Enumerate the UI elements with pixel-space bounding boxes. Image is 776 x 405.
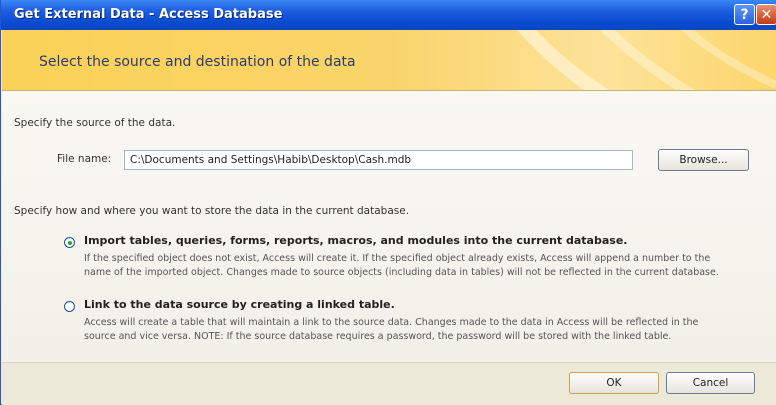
link-option-desc-line2: source and vice versa. NOTE: If the sour… (84, 331, 672, 342)
link-radio[interactable] (64, 301, 75, 312)
import-option-label[interactable]: Import tables, queries, forms, reports, … (84, 234, 627, 247)
title-bar[interactable]: Get External Data - Access Database ? ✕ (1, 0, 776, 30)
browse-button-label: Browse... (679, 154, 728, 166)
header-title: Select the source and destination of the… (39, 54, 356, 70)
link-option-label[interactable]: Link to the data source by creating a li… (84, 298, 395, 311)
dialog-window: Get External Data - Access Database ? ✕ … (0, 0, 776, 405)
help-button[interactable]: ? (734, 4, 755, 25)
cancel-button-label: Cancel (692, 377, 729, 389)
ok-button[interactable]: OK (569, 372, 659, 394)
close-icon: ✕ (760, 6, 773, 23)
help-icon: ? (740, 6, 749, 23)
ok-button-label: OK (606, 377, 622, 389)
import-option-desc-line1: If the specified object does not exist, … (84, 253, 711, 264)
dialog-header-banner: Select the source and destination of the… (2, 30, 776, 91)
source-intro: Specify the source of the data. (14, 117, 176, 129)
dialog-content: Specify the source of the data. File nam… (2, 91, 776, 362)
close-button[interactable]: ✕ (756, 4, 776, 25)
file-name-label: File name: (57, 153, 112, 165)
import-radio[interactable] (64, 237, 75, 248)
dialog-footer: OK Cancel (2, 362, 776, 405)
store-intro: Specify how and where you want to store … (14, 205, 410, 217)
import-option-desc-line2: name of the imported object. Changes mad… (84, 267, 719, 278)
link-option-desc-line1: Access will create a table that will mai… (84, 317, 699, 328)
window-title: Get External Data - Access Database (14, 7, 283, 22)
cancel-button[interactable]: Cancel (666, 372, 755, 394)
file-name-input[interactable]: C:\Documents and Settings\Habib\Desktop\… (124, 150, 633, 170)
browse-button[interactable]: Browse... (658, 149, 749, 171)
